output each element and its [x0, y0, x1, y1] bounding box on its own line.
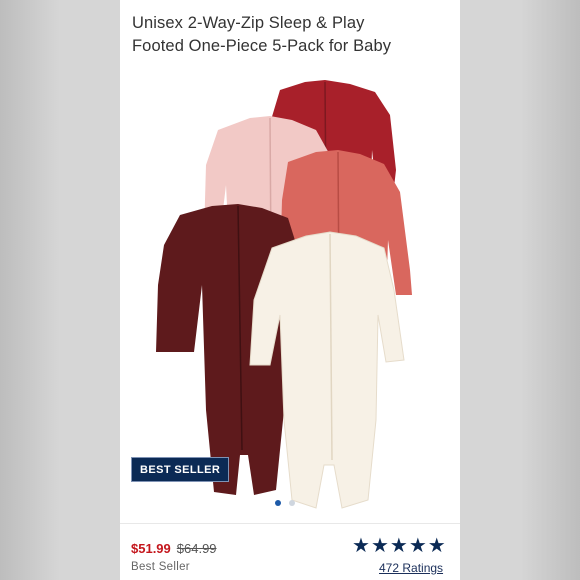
product-title-line-2: Footed One-Piece 5-Pack for Baby — [132, 37, 392, 55]
carousel-dot-1[interactable] — [275, 500, 281, 506]
star-rating: ★ ★ ★ ★ ★ — [352, 536, 446, 556]
product-image-gallery[interactable]: BEST SELLER — [120, 70, 460, 520]
star-icon: ★ — [352, 535, 370, 557]
carousel-pagination[interactable] — [275, 500, 295, 506]
price-row: $51.99 $64.99 — [131, 541, 217, 556]
product-title[interactable]: Unisex 2-Way-Zip Sleep & Play Footed One… — [132, 12, 452, 58]
product-title-line-1: Unisex 2-Way-Zip Sleep & Play — [132, 14, 365, 32]
star-icon: ★ — [408, 535, 427, 557]
carousel-dot-2[interactable] — [289, 500, 295, 506]
onesie-five-pack-image — [156, 80, 412, 509]
product-card[interactable]: Unisex 2-Way-Zip Sleep & Play Footed One… — [120, 0, 460, 580]
star-icon: ★ — [427, 535, 446, 557]
star-icon: ★ — [389, 535, 408, 557]
sale-price: $51.99 — [131, 541, 171, 556]
best-seller-badge: BEST SELLER — [131, 457, 230, 482]
original-price: $64.99 — [176, 541, 217, 556]
star-icon: ★ — [370, 535, 389, 557]
divider — [120, 523, 460, 524]
best-seller-label: Best Seller — [131, 561, 190, 573]
ratings-link[interactable]: 472 Ratings — [379, 561, 443, 575]
